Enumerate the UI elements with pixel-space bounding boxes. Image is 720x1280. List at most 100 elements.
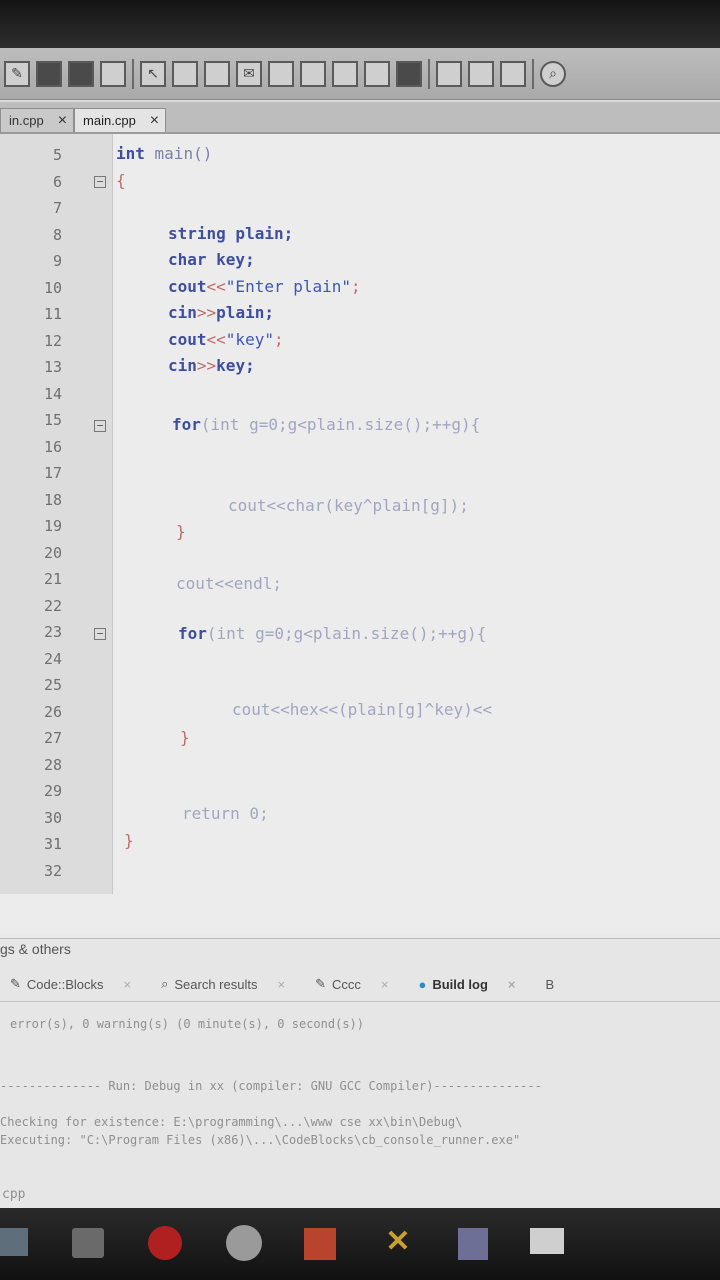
- logs-panel-title: gs & others: [0, 941, 71, 957]
- cursor-icon[interactable]: ↖: [140, 60, 166, 87]
- tab-label: in.cpp: [9, 113, 44, 128]
- tab-label: B: [545, 976, 555, 992]
- code-line-15: for(int g=0;g<plain.size();++g){: [172, 415, 480, 434]
- string-literal: "Enter plain": [225, 277, 352, 296]
- code-text: cin: [168, 303, 197, 322]
- selection-icon[interactable]: [100, 60, 126, 87]
- code-line-21: cout<<endl;: [176, 574, 282, 593]
- code-text: cout: [168, 330, 207, 349]
- code-line-8: string plain;: [168, 224, 293, 243]
- line-number: 32: [43, 862, 62, 880]
- line-number: 26: [43, 703, 62, 721]
- code-text: (int g=0;g<plain.size();++g){: [200, 415, 481, 434]
- keyword: char: [168, 250, 207, 269]
- store-icon[interactable]: [72, 1228, 104, 1258]
- operator: <<: [206, 277, 226, 296]
- code-text: }: [180, 728, 190, 747]
- line-number: 30: [43, 809, 62, 827]
- code-text: ;: [351, 277, 361, 296]
- fold-toggle-icon[interactable]: −: [94, 420, 106, 432]
- tab-cccc[interactable]: ✎ Cccc ×: [305, 970, 398, 998]
- zoom-icon[interactable]: ⌕: [540, 60, 566, 87]
- log-tabs: ✎ Code::Blocks × ⌕ Search results × ✎ Cc…: [0, 967, 720, 1002]
- code-line-6: {: [116, 171, 126, 190]
- keyword: for: [178, 624, 207, 643]
- fold-toggle-icon[interactable]: −: [94, 628, 106, 640]
- panel-icon[interactable]: [332, 60, 358, 87]
- close-icon[interactable]: ×: [508, 977, 516, 992]
- code-text: key;: [206, 250, 255, 269]
- puzzle-icon[interactable]: [36, 60, 62, 87]
- window-icon[interactable]: [530, 1228, 564, 1254]
- app-icon[interactable]: [304, 1228, 336, 1260]
- tab-main-cpp[interactable]: main.cpp ×: [74, 108, 167, 132]
- monitor-bezel: [0, 0, 720, 48]
- code-line-12: cout<<"key";: [168, 330, 284, 349]
- code-text: main(): [144, 144, 213, 163]
- line-number: 12: [43, 332, 62, 350]
- code-text: key;: [216, 356, 255, 375]
- code-text: ;: [273, 330, 284, 349]
- document-icon[interactable]: [268, 60, 294, 87]
- opera-icon[interactable]: [148, 1226, 182, 1260]
- line-number: 21: [43, 570, 62, 588]
- app-icon-2[interactable]: [458, 1228, 488, 1260]
- code-line-26: cout<<hex<<(plain[g]^key)<<: [232, 700, 492, 719]
- tab-label: Search results: [174, 976, 258, 992]
- code-line-19: }: [176, 522, 186, 541]
- search-icon: ⌕: [161, 976, 169, 991]
- operator: >>: [196, 356, 217, 375]
- operator: <<: [206, 330, 226, 349]
- close-icon[interactable]: ×: [381, 977, 389, 992]
- tab-search-results[interactable]: ⌕ Search results ×: [151, 970, 295, 998]
- box-icon[interactable]: [300, 60, 326, 87]
- editor-tabs: in.cpp × main.cpp ×: [0, 102, 720, 134]
- line-number: 22: [43, 597, 62, 615]
- code-text: cout<<hex<<(plain[g]^key)<<: [232, 700, 493, 719]
- line-number: 24: [43, 650, 62, 668]
- toolbar-separator: [428, 58, 430, 89]
- line-number: 11: [43, 305, 62, 323]
- text-tool-icon[interactable]: [172, 60, 198, 87]
- rect3-icon[interactable]: [500, 60, 526, 87]
- flag-icon[interactable]: [68, 60, 94, 87]
- line-number: 19: [43, 517, 62, 535]
- code-line-5: int main(): [116, 144, 212, 163]
- code-line-31: }: [124, 831, 134, 850]
- code-text: return 0;: [182, 804, 269, 823]
- block-icon[interactable]: [396, 60, 422, 87]
- tab-label: Build log: [432, 976, 488, 992]
- tab-in-cpp[interactable]: in.cpp ×: [0, 108, 75, 132]
- line-number: 13: [43, 358, 62, 376]
- keyword: string: [168, 224, 226, 243]
- line-number: 15: [43, 411, 62, 429]
- toolbar: ✎ ↖ ✉ ⌕: [0, 48, 720, 100]
- chrome-icon[interactable]: [226, 1225, 262, 1261]
- close-icon[interactable]: ×: [124, 977, 132, 992]
- logs-panel: gs & others ✎ Code::Blocks × ⌕ Search re…: [0, 938, 720, 1209]
- window-icon[interactable]: [204, 60, 230, 87]
- close-icon[interactable]: ×: [277, 977, 285, 992]
- close-icon[interactable]: ×: [58, 112, 67, 130]
- close-icon[interactable]: ×: [150, 112, 159, 130]
- taskbar: ✕: [0, 1208, 720, 1280]
- code-line-9: char key;: [168, 250, 255, 269]
- tab-build-log[interactable]: ● Build log ×: [408, 970, 525, 998]
- code-text: plain;: [225, 224, 294, 243]
- rect-icon[interactable]: [436, 60, 462, 87]
- line-number: 23: [43, 623, 62, 641]
- rect2-icon[interactable]: [468, 60, 494, 87]
- layout-icon[interactable]: [364, 60, 390, 87]
- edit-icon[interactable]: ✎: [4, 60, 30, 87]
- code-editor[interactable]: 5 6 7 8 9 10 11 12 13 14 15 16 17 18 19 …: [0, 134, 720, 934]
- codeblocks-icon[interactable]: ✕: [380, 1224, 416, 1260]
- line-number-gutter: 5 6 7 8 9 10 11 12 13 14 15 16 17 18 19 …: [0, 134, 113, 894]
- mail-icon[interactable]: ✉: [236, 60, 262, 87]
- fold-toggle-icon[interactable]: −: [94, 176, 106, 188]
- tab-codeblocks[interactable]: ✎ Code::Blocks ×: [0, 970, 141, 998]
- tab-build-messages[interactable]: B: [536, 970, 565, 998]
- code-text: cout: [168, 277, 207, 296]
- file-explorer-icon[interactable]: [0, 1228, 28, 1256]
- code-text: cout<<char(key^plain[g]);: [228, 496, 469, 515]
- code-text: cin: [168, 356, 197, 375]
